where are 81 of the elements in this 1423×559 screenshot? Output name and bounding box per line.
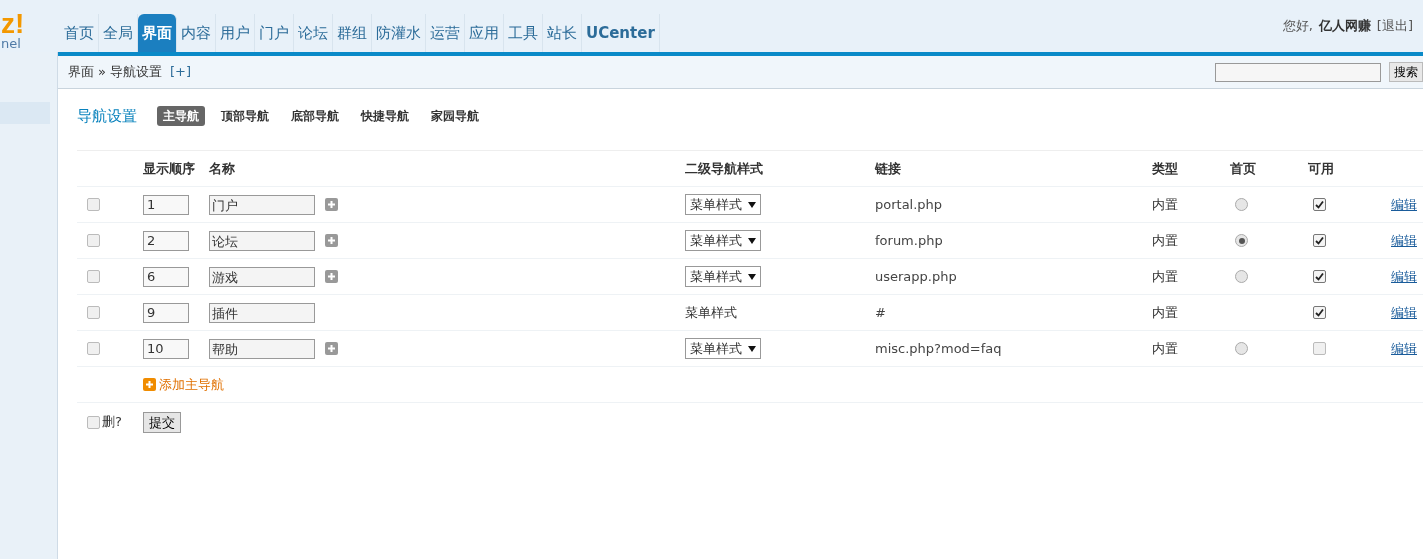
logout-link[interactable]: [退出]	[1376, 16, 1413, 36]
page-title: 导航设置	[77, 105, 137, 127]
row-checkbox[interactable]	[87, 198, 100, 211]
sub-tab[interactable]: 快捷导航	[355, 106, 415, 126]
link-text: portal.php	[875, 195, 944, 214]
home-radio[interactable]	[1235, 198, 1248, 211]
edit-link[interactable]: 编辑	[1391, 338, 1417, 359]
column-header: 显示顺序	[143, 159, 196, 178]
edit-link[interactable]: 编辑	[1391, 230, 1417, 251]
caret-icon	[748, 273, 756, 280]
add-shortcut-link[interactable]: [+]	[169, 62, 191, 82]
add-subnav-icon[interactable]	[325, 234, 338, 247]
column-header: 可用	[1308, 159, 1335, 178]
caret-icon	[748, 237, 756, 244]
search-button[interactable]: 搜索	[1389, 62, 1423, 82]
name-field[interactable]: 门户	[209, 194, 315, 215]
column-header: 名称	[209, 159, 236, 178]
row-checkbox[interactable]	[87, 342, 100, 355]
home-radio[interactable]	[1235, 234, 1248, 247]
type-text: 内置	[1152, 339, 1179, 358]
breadcrumb-parent[interactable]: 界面	[68, 62, 94, 82]
nav-tab[interactable]: 界面	[138, 14, 177, 52]
name-field[interactable]: 插件	[209, 302, 315, 323]
enabled-checkbox[interactable]	[1313, 306, 1326, 319]
breadcrumb-current: 导航设置	[109, 63, 162, 82]
style-text: 菜单样式	[685, 304, 737, 320]
edit-link[interactable]: 编辑	[1391, 302, 1417, 323]
name-field[interactable]: 游戏	[209, 266, 315, 287]
style-select[interactable]: 菜单样式	[685, 230, 761, 251]
submit-button[interactable]: 提交	[143, 411, 181, 433]
enabled-checkbox[interactable]	[1313, 234, 1326, 247]
user-name: 亿人网赚	[1318, 17, 1371, 35]
breadcrumb-separator: »	[98, 63, 106, 82]
link-text: #	[875, 303, 887, 322]
name-field[interactable]: 帮助	[209, 338, 315, 359]
column-header: 类型	[1152, 159, 1179, 178]
enabled-checkbox[interactable]	[1313, 198, 1326, 211]
sub-tab[interactable]: 家园导航	[425, 106, 485, 126]
logo-subtitle: nel	[1, 36, 21, 51]
style-select[interactable]: 菜单样式	[685, 194, 761, 215]
style-select[interactable]: 菜单样式	[685, 266, 761, 287]
sub-tab[interactable]: 顶部导航	[215, 106, 275, 126]
home-radio[interactable]	[1235, 342, 1248, 355]
caret-icon	[748, 201, 756, 208]
column-header: 二级导航样式	[685, 159, 764, 178]
row-checkbox[interactable]	[87, 270, 100, 283]
order-field[interactable]: 10	[143, 338, 189, 359]
link-text: forum.php	[875, 231, 944, 250]
order-field[interactable]: 6	[143, 266, 189, 287]
home-radio[interactable]	[1235, 270, 1248, 283]
edit-link[interactable]: 编辑	[1391, 194, 1417, 215]
order-field[interactable]: 9	[143, 302, 189, 323]
type-text: 内置	[1152, 267, 1179, 286]
add-icon[interactable]	[143, 378, 156, 391]
row-checkbox[interactable]	[87, 306, 100, 319]
column-header: 链接	[875, 159, 902, 178]
type-text: 内置	[1152, 195, 1179, 214]
add-subnav-icon[interactable]	[325, 270, 338, 283]
name-field[interactable]: 论坛	[209, 230, 315, 251]
add-subnav-icon[interactable]	[325, 198, 338, 211]
delete-checkbox[interactable]	[87, 415, 100, 429]
link-text: misc.php?mod=faq	[875, 339, 1003, 358]
type-text: 内置	[1152, 303, 1179, 322]
enabled-checkbox[interactable]	[1313, 342, 1326, 355]
add-subnav-icon[interactable]	[325, 342, 338, 355]
sub-tab[interactable]: 底部导航	[285, 106, 345, 126]
delete-label: 删?	[102, 413, 122, 432]
row-checkbox[interactable]	[87, 234, 100, 247]
caret-icon	[748, 345, 756, 352]
column-header: 首页	[1230, 159, 1257, 178]
link-text: userapp.php	[875, 267, 958, 286]
type-text: 内置	[1152, 231, 1179, 250]
edit-link[interactable]: 编辑	[1391, 266, 1417, 287]
style-select[interactable]: 菜单样式	[685, 338, 761, 359]
sub-tab[interactable]: 主导航	[157, 106, 205, 126]
order-field[interactable]: 2	[143, 230, 189, 251]
order-field[interactable]: 1	[143, 194, 189, 215]
enabled-checkbox[interactable]	[1313, 270, 1326, 283]
logo-mark: z!	[1, 12, 25, 36]
greeting-text: 您好,	[1282, 17, 1313, 35]
search-field[interactable]	[1215, 62, 1381, 82]
